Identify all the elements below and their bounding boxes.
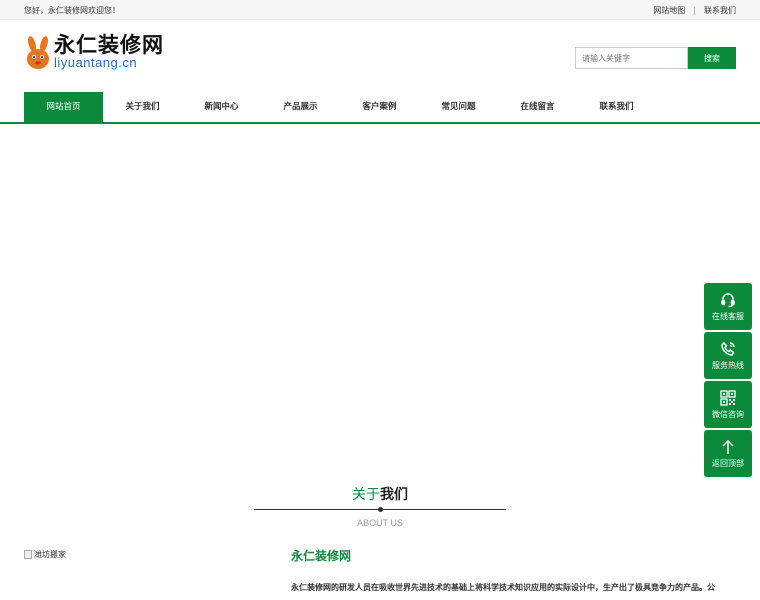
headset-icon: [721, 292, 735, 307]
nav-item-products[interactable]: 产品展示: [261, 92, 340, 122]
online-service-label: 在线客服: [712, 311, 744, 321]
back-to-top-label: 返回顶部: [712, 458, 744, 468]
rabbit-logo-icon: [27, 36, 49, 69]
about-title-black: 我们: [380, 487, 408, 503]
logo-domain: liyuantang.cn: [54, 55, 138, 70]
welcome-text: 您好，永仁装修网欢迎您！: [24, 5, 120, 15]
online-service-button[interactable]: 在线客服: [704, 283, 752, 330]
top-links: 网站地图 | 联系我们: [653, 5, 736, 16]
hotline-label: 服务热线: [712, 360, 744, 370]
about-title-green: 关于: [352, 487, 380, 503]
broken-image-icon: [24, 550, 32, 559]
about-description: 永仁装修网的研发人员在吸收世界先进技术的基础上将科学技术知识应用的实际设计中，生…: [291, 583, 715, 592]
phone-icon: [721, 341, 735, 356]
nav-item-news[interactable]: 新闻中心: [182, 92, 261, 122]
logo-name: 永仁装修网: [54, 33, 164, 57]
floating-service-bar: 在线客服 服务热线 微信咨询 返回顶部: [704, 283, 752, 479]
search-button[interactable]: 搜索: [688, 47, 736, 69]
nav-item-faq[interactable]: 常见问题: [419, 92, 498, 122]
wechat-button[interactable]: 微信咨询: [704, 381, 752, 428]
about-company-name[interactable]: 永仁装修网: [291, 547, 351, 564]
about-section-title: 关于我们: [0, 484, 760, 504]
nav-item-home[interactable]: 网站首页: [24, 92, 103, 122]
wechat-label: 微信咨询: [712, 409, 744, 419]
sitemap-link[interactable]: 网站地图: [653, 5, 685, 16]
nav-item-contact[interactable]: 联系我们: [577, 92, 656, 122]
about-image: 潍坊搬家: [24, 549, 66, 560]
about-image-alt: 潍坊搬家: [34, 550, 66, 559]
search-input[interactable]: [575, 47, 688, 69]
header: 永仁装修网 liyuantang.cn 搜索: [24, 20, 736, 92]
qrcode-icon: [720, 389, 736, 406]
hotline-button[interactable]: 服务热线: [704, 332, 752, 379]
nav-item-cases[interactable]: 客户案例: [340, 92, 419, 122]
top-separator: |: [693, 5, 696, 15]
banner-area: [0, 124, 760, 479]
arrow-up-icon: [722, 439, 734, 454]
main-nav-wrap: 网站首页 关于我们 新闻中心 产品展示 客户案例 常见问题 在线留言 联系我们: [0, 92, 760, 124]
contact-link[interactable]: 联系我们: [704, 5, 736, 16]
back-to-top-button[interactable]: 返回顶部: [704, 430, 752, 477]
about-subtitle: ABOUT US: [357, 518, 403, 528]
main-nav: 网站首页 关于我们 新闻中心 产品展示 客户案例 常见问题 在线留言 联系我们: [24, 92, 736, 122]
site-logo[interactable]: 永仁装修网 liyuantang.cn: [24, 34, 164, 70]
top-bar: 您好，永仁装修网欢迎您！ 网站地图 | 联系我们: [0, 0, 760, 20]
nav-item-about[interactable]: 关于我们: [103, 92, 182, 122]
nav-item-message[interactable]: 在线留言: [498, 92, 577, 122]
search-box: 搜索: [575, 47, 736, 69]
title-divider-dot: [378, 507, 383, 512]
